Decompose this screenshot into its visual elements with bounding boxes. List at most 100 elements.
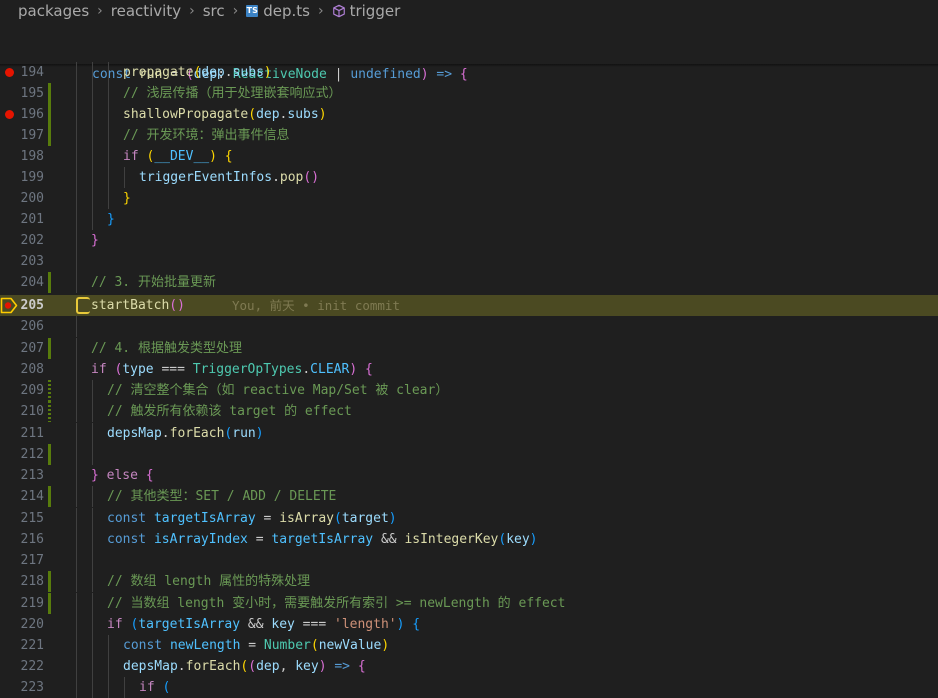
diff-modified-marker[interactable]	[48, 83, 51, 104]
line-number: 218	[20, 574, 44, 589]
code-line[interactable]: 219 // 当数组 length 变小时，需要触发所有索引 >= newLen…	[0, 593, 938, 614]
sticky-scroll-line-2[interactable]: const run = (dep: ReactiveNode | undefin…	[0, 43, 938, 82]
line-number: 202	[20, 233, 44, 248]
breadcrumb-symbol[interactable]: trigger	[350, 2, 401, 20]
line-number: 206	[20, 319, 44, 334]
code-line[interactable]: 207 // 4. 根据触发类型处理	[0, 338, 938, 359]
line-number: 217	[20, 553, 44, 568]
code-text: triggerEventInfos.pop()	[139, 170, 320, 185]
diff-modified-marker[interactable]	[48, 104, 51, 125]
chevron-right-icon: ›	[97, 3, 103, 19]
code-text: depsMap.forEach(run)	[107, 426, 264, 441]
diff-modified-marker[interactable]	[48, 486, 51, 507]
debug-stack-frame-marker	[76, 297, 90, 314]
diff-modified-marker[interactable]	[48, 125, 51, 146]
breadcrumb-file[interactable]: dep.ts	[263, 2, 310, 20]
breadcrumb-reactivity[interactable]: reactivity	[111, 2, 181, 20]
code-text: // 清空整个集合（如 reactive Map/Set 被 clear）	[107, 383, 449, 398]
code-text: depsMap.forEach((dep, key) => {	[123, 659, 366, 674]
sticky-scroll-line-1[interactable]: export function trigger(	[0, 22, 938, 61]
code-line[interactable]: 220 if (targetIsArray && key === 'length…	[0, 614, 938, 635]
code-text: // 浅层传播（用于处理嵌套响应式）	[123, 86, 342, 101]
code-text: propagate(dep.subs)	[123, 65, 272, 80]
code-text: // 数组 length 属性的特殊处理	[107, 574, 311, 589]
code-line[interactable]: 209 // 清空整个集合（如 reactive Map/Set 被 clear…	[0, 380, 938, 401]
line-number: 200	[20, 191, 44, 206]
code-text: // 3. 开始批量更新	[91, 275, 216, 290]
line-number: 215	[20, 511, 44, 526]
code-text: // 其他类型：SET / ADD / DELETE	[107, 489, 337, 504]
line-number: 220	[20, 617, 44, 632]
diff-modified-marker[interactable]	[48, 571, 51, 592]
line-number: 201	[20, 212, 44, 227]
code-line[interactable]: 208 if (type === TriggerOpTypes.CLEAR) {	[0, 359, 938, 380]
line-number: 205	[20, 298, 44, 313]
line-number: 195	[20, 86, 44, 101]
code-line[interactable]: 194 propagate(dep.subs)	[0, 62, 938, 83]
diff-modified-marker[interactable]	[48, 593, 51, 614]
line-number: 219	[20, 596, 44, 611]
code-line[interactable]: 218 // 数组 length 属性的特殊处理	[0, 571, 938, 592]
code-line[interactable]: 214 // 其他类型：SET / ADD / DELETE	[0, 486, 938, 507]
line-number: 221	[20, 638, 44, 653]
code-line-current[interactable]: 205 startBatch() You, 前天 • init commit	[0, 295, 938, 316]
line-number: 198	[20, 149, 44, 164]
line-number: 197	[20, 128, 44, 143]
code-line[interactable]: 203	[0, 251, 938, 272]
method-cube-icon	[332, 4, 345, 18]
diff-modified-marker[interactable]	[48, 444, 51, 465]
line-number: 210	[20, 404, 44, 419]
code-text: const isArrayIndex = targetIsArray && is…	[107, 532, 538, 547]
code-line[interactable]: 198 if (__DEV__) {	[0, 146, 938, 167]
line-number: 222	[20, 659, 44, 674]
diff-modified-marker[interactable]	[48, 401, 51, 422]
code-line[interactable]: 217	[0, 550, 938, 571]
code-line[interactable]: 222 depsMap.forEach((dep, key) => {	[0, 656, 938, 677]
code-line[interactable]: 204 // 3. 开始批量更新	[0, 272, 938, 293]
code-line[interactable]: 213 } else {	[0, 465, 938, 486]
code-text: }	[107, 212, 115, 227]
line-number: 203	[20, 254, 44, 269]
code-line[interactable]: 196 shallowPropagate(dep.subs)	[0, 104, 938, 125]
code-line[interactable]: 223 if (	[0, 677, 938, 698]
code-text: startBatch()	[91, 298, 185, 313]
code-line[interactable]: 202 }	[0, 230, 938, 251]
code-text: }	[91, 233, 99, 248]
breadcrumb-packages[interactable]: packages	[18, 2, 89, 20]
code-line[interactable]: 199 triggerEventInfos.pop()	[0, 167, 938, 188]
chevron-right-icon: ›	[189, 3, 195, 19]
line-number: 216	[20, 532, 44, 547]
code-line[interactable]: 212	[0, 444, 938, 465]
typescript-file-icon: TS	[246, 5, 259, 17]
line-number: 209	[20, 383, 44, 398]
code-line[interactable]: 195 // 浅层传播（用于处理嵌套响应式）	[0, 83, 938, 104]
code-text: const targetIsArray = isArray(target)	[107, 511, 397, 526]
code-line[interactable]: 210 // 触发所有依赖该 target 的 effect	[0, 401, 938, 422]
code-line[interactable]: 221 const newLength = Number(newValue)	[0, 635, 938, 656]
breadcrumb-src[interactable]: src	[203, 2, 225, 20]
line-number: 211	[20, 426, 44, 441]
code-line[interactable]: 206	[0, 316, 938, 337]
line-number: 204	[20, 275, 44, 290]
breadcrumb: packages › reactivity › src › TS dep.ts …	[0, 0, 938, 22]
code-text: } else {	[91, 468, 154, 483]
diff-modified-marker[interactable]	[48, 380, 51, 401]
code-line[interactable]: 197 // 开发环境：弹出事件信息	[0, 125, 938, 146]
code-line[interactable]: 201 }	[0, 209, 938, 230]
line-number: 196	[20, 107, 44, 122]
line-number: 207	[20, 341, 44, 356]
code-text: // 开发环境：弹出事件信息	[123, 128, 290, 143]
diff-modified-marker[interactable]	[48, 272, 51, 293]
code-line[interactable]: 200 }	[0, 188, 938, 209]
git-blame-annotation: You, 前天 • init commit	[232, 298, 400, 313]
line-number: 212	[20, 447, 44, 462]
code-line[interactable]: 215 const targetIsArray = isArray(target…	[0, 508, 938, 529]
line-number: 214	[20, 489, 44, 504]
diff-modified-marker[interactable]	[48, 338, 51, 359]
code-line[interactable]: 216 const isArrayIndex = targetIsArray &…	[0, 529, 938, 550]
code-text: }	[123, 191, 131, 206]
line-number: 199	[20, 170, 44, 185]
code-line[interactable]: 211 depsMap.forEach(run)	[0, 423, 938, 444]
line-number: 208	[20, 362, 44, 377]
code-text: // 触发所有依赖该 target 的 effect	[107, 404, 352, 419]
